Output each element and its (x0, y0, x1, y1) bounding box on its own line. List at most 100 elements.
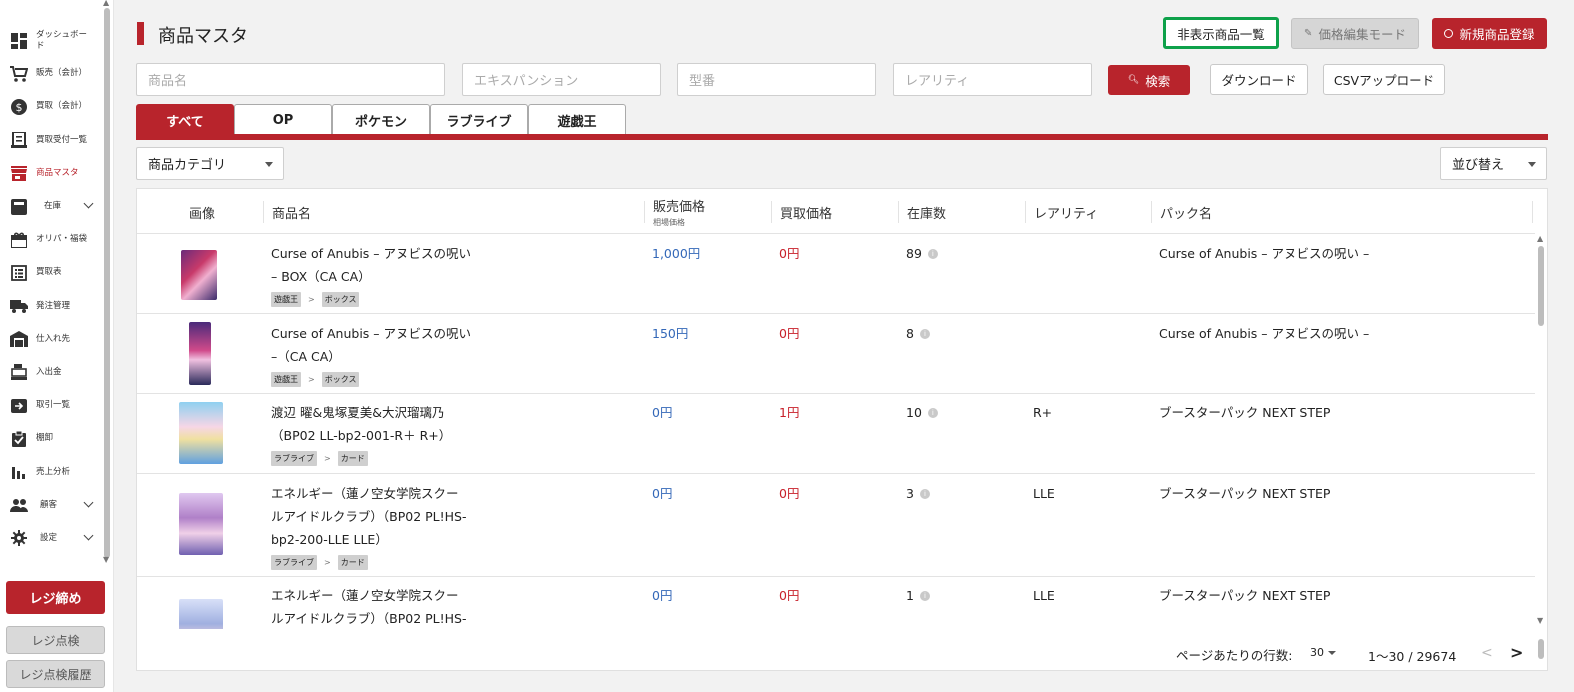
chevron-down-icon[interactable] (83, 497, 94, 508)
sidebar-item-sales[interactable]: 販売（会計） (0, 57, 102, 90)
product-tags: 遊戯王 > ボックス (271, 372, 360, 387)
buy-price[interactable]: 0円 (779, 242, 799, 265)
product-image[interactable] (181, 250, 217, 300)
tab-pokemon[interactable]: ポケモン (332, 104, 430, 135)
sidebar-item-suppliers[interactable]: 仕入れ先 (0, 323, 102, 356)
buy-price[interactable]: 0円 (779, 322, 799, 345)
sale-price[interactable]: 0円 (652, 584, 672, 607)
sidebar-item-orders[interactable]: 発注管理 (0, 290, 102, 323)
sidebar-item-label: 棚卸 (36, 433, 54, 444)
table-scroll-thumb[interactable] (1538, 246, 1544, 326)
product-name-line: ルアイドルクラブ）（BP02 PL!HS- (271, 611, 467, 626)
sale-price[interactable]: 0円 (652, 401, 672, 424)
sidebar-item-transactions[interactable]: 取引一覧 (0, 389, 102, 422)
hidden-products-button[interactable]: 非表示商品一覧 (1163, 17, 1279, 49)
table-scrollbar[interactable]: ▲ ▼ (1535, 234, 1547, 629)
scroll-down-arrow-icon[interactable]: ▼ (103, 555, 109, 564)
info-icon[interactable]: i (927, 407, 938, 418)
rows-per-page-select[interactable]: 30 (1310, 646, 1324, 659)
pack-name: ブースターパック NEXT STEP (1159, 588, 1331, 603)
buy-price[interactable]: 0円 (779, 482, 799, 505)
sort-select[interactable]: 並び替え (1440, 147, 1547, 180)
footer-scroll-thumb[interactable] (1538, 639, 1544, 659)
register-check-button[interactable]: レジ点検 (6, 626, 105, 654)
product-image[interactable] (179, 402, 223, 464)
tab-yugioh[interactable]: 遊戯王 (528, 104, 626, 135)
buy-price[interactable]: 1円 (779, 401, 799, 424)
expansion-input[interactable]: エキスパンション (462, 63, 661, 96)
sidebar-item-label: 買取（会計） (36, 101, 88, 112)
sidebar-item-oripa[interactable]: オリパ・福袋 (0, 223, 102, 256)
category-select[interactable]: 商品カテゴリ (136, 147, 284, 180)
stock-count: 89 i (906, 242, 938, 265)
sidebar-item-purchase[interactable]: $ 買取（会計） (0, 90, 102, 123)
new-product-button[interactable]: 新規商品登録 (1432, 18, 1547, 49)
header-buy-price: 買取価格 (780, 207, 833, 222)
scroll-down-arrow-icon[interactable]: ▼ (1537, 616, 1543, 625)
sort-select-value: 並び替え (1452, 158, 1505, 173)
tab-all[interactable]: すべて (136, 104, 234, 135)
pack-name: ブースターパック NEXT STEP (1159, 486, 1331, 501)
product-name-input[interactable]: 商品名 (136, 63, 445, 96)
sidebar-item-inventory[interactable]: 在庫 (0, 190, 102, 223)
download-button[interactable]: ダウンロード (1210, 64, 1308, 95)
info-icon[interactable]: i (919, 488, 930, 499)
rarity-input[interactable]: レアリティ (893, 63, 1092, 96)
type-tag: カード (337, 555, 368, 570)
sidebar-item-purchase-list[interactable]: 買取表 (0, 256, 102, 289)
search-button[interactable]: 🔍︎ 検索 (1108, 65, 1190, 95)
gift-icon (10, 231, 28, 249)
previous-page-icon[interactable]: < (1481, 645, 1493, 661)
next-page-icon[interactable]: > (1510, 643, 1523, 662)
chevron-down-icon[interactable] (83, 530, 94, 541)
sale-price[interactable]: 1,000円 (652, 242, 700, 265)
scroll-up-arrow-icon[interactable]: ▲ (1537, 234, 1543, 243)
breadcrumb-separator-icon: > (308, 295, 315, 304)
table-row[interactable]: Curse of Anubis – アヌビスの呪い –（CA CA） 遊戯王 >… (137, 314, 1535, 394)
breadcrumb-separator-icon: > (324, 558, 331, 567)
column-divider (263, 201, 264, 223)
sidebar-item-dashboard[interactable]: ダッシュボード (0, 24, 102, 57)
header-sale-price-sub: 相場価格 (653, 218, 685, 227)
sidebar-item-customers[interactable]: 顧客 (0, 489, 102, 522)
table-row[interactable]: 渡辺 曜&鬼塚夏美&大沢瑠璃乃 （BP02 LL-bp2-001-R＋ R+） … (137, 394, 1535, 474)
sidebar-scrollbar[interactable]: ▲ ▼ (102, 0, 112, 570)
product-image[interactable] (189, 322, 211, 385)
header-image: 画像 (189, 207, 216, 222)
sidebar-item-cash[interactable]: 入出金 (0, 356, 102, 389)
sidebar-item-settings[interactable]: 設定 (0, 522, 102, 555)
csv-upload-button[interactable]: CSVアップロード (1323, 64, 1445, 95)
product-image[interactable] (179, 493, 223, 555)
close-register-button[interactable]: レジ締め (6, 581, 105, 614)
table-body: Curse of Anubis – アヌビスの呪い – BOX（CA CA） 遊… (137, 234, 1535, 629)
table-row[interactable]: Curse of Anubis – アヌビスの呪い – BOX（CA CA） 遊… (137, 234, 1535, 314)
table-row[interactable]: エネルギー（蓮ノ空女学院スクー ルアイドルクラブ）（BP02 PL!HS- 0円… (137, 577, 1535, 629)
chevron-down-icon[interactable] (83, 198, 94, 209)
sidebar-item-label: 入出金 (36, 366, 62, 377)
sidebar-scroll-thumb[interactable] (104, 8, 110, 558)
info-icon[interactable]: i (927, 248, 938, 259)
tab-lovelive[interactable]: ラブライブ (430, 104, 528, 135)
buy-price[interactable]: 0円 (779, 584, 799, 607)
footer-scrollbar[interactable] (1535, 629, 1547, 671)
store-icon (10, 164, 28, 182)
product-image[interactable] (179, 599, 223, 629)
people-icon (10, 496, 28, 514)
sidebar-item-purchase-reception[interactable]: 買取受付一覧 (0, 124, 102, 157)
stock-count: 1i (906, 584, 930, 607)
register-history-button[interactable]: レジ点検履歴 (6, 660, 105, 688)
info-icon[interactable]: i (919, 590, 930, 601)
sidebar-item-stocktake[interactable]: 棚卸 (0, 422, 102, 455)
add-circle-icon (1444, 29, 1454, 38)
price-edit-mode-button[interactable]: ✎ 価格編集モード (1291, 18, 1419, 49)
caret-down-icon[interactable] (1328, 651, 1336, 655)
sidebar-item-product-master[interactable]: 商品マスタ (0, 157, 102, 190)
sidebar-item-sales-analysis[interactable]: 売上分析 (0, 455, 102, 488)
sale-price[interactable]: 0円 (652, 482, 672, 505)
scroll-up-arrow-icon[interactable]: ▲ (103, 0, 109, 7)
tab-op[interactable]: OP (234, 104, 332, 135)
table-row[interactable]: エネルギー（蓮ノ空女学院スクー ルアイドルクラブ）（BP02 PL!HS- bp… (137, 474, 1535, 577)
info-icon[interactable]: i (919, 328, 930, 339)
sale-price[interactable]: 150円 (652, 322, 688, 345)
model-number-input[interactable]: 型番 (677, 63, 876, 96)
